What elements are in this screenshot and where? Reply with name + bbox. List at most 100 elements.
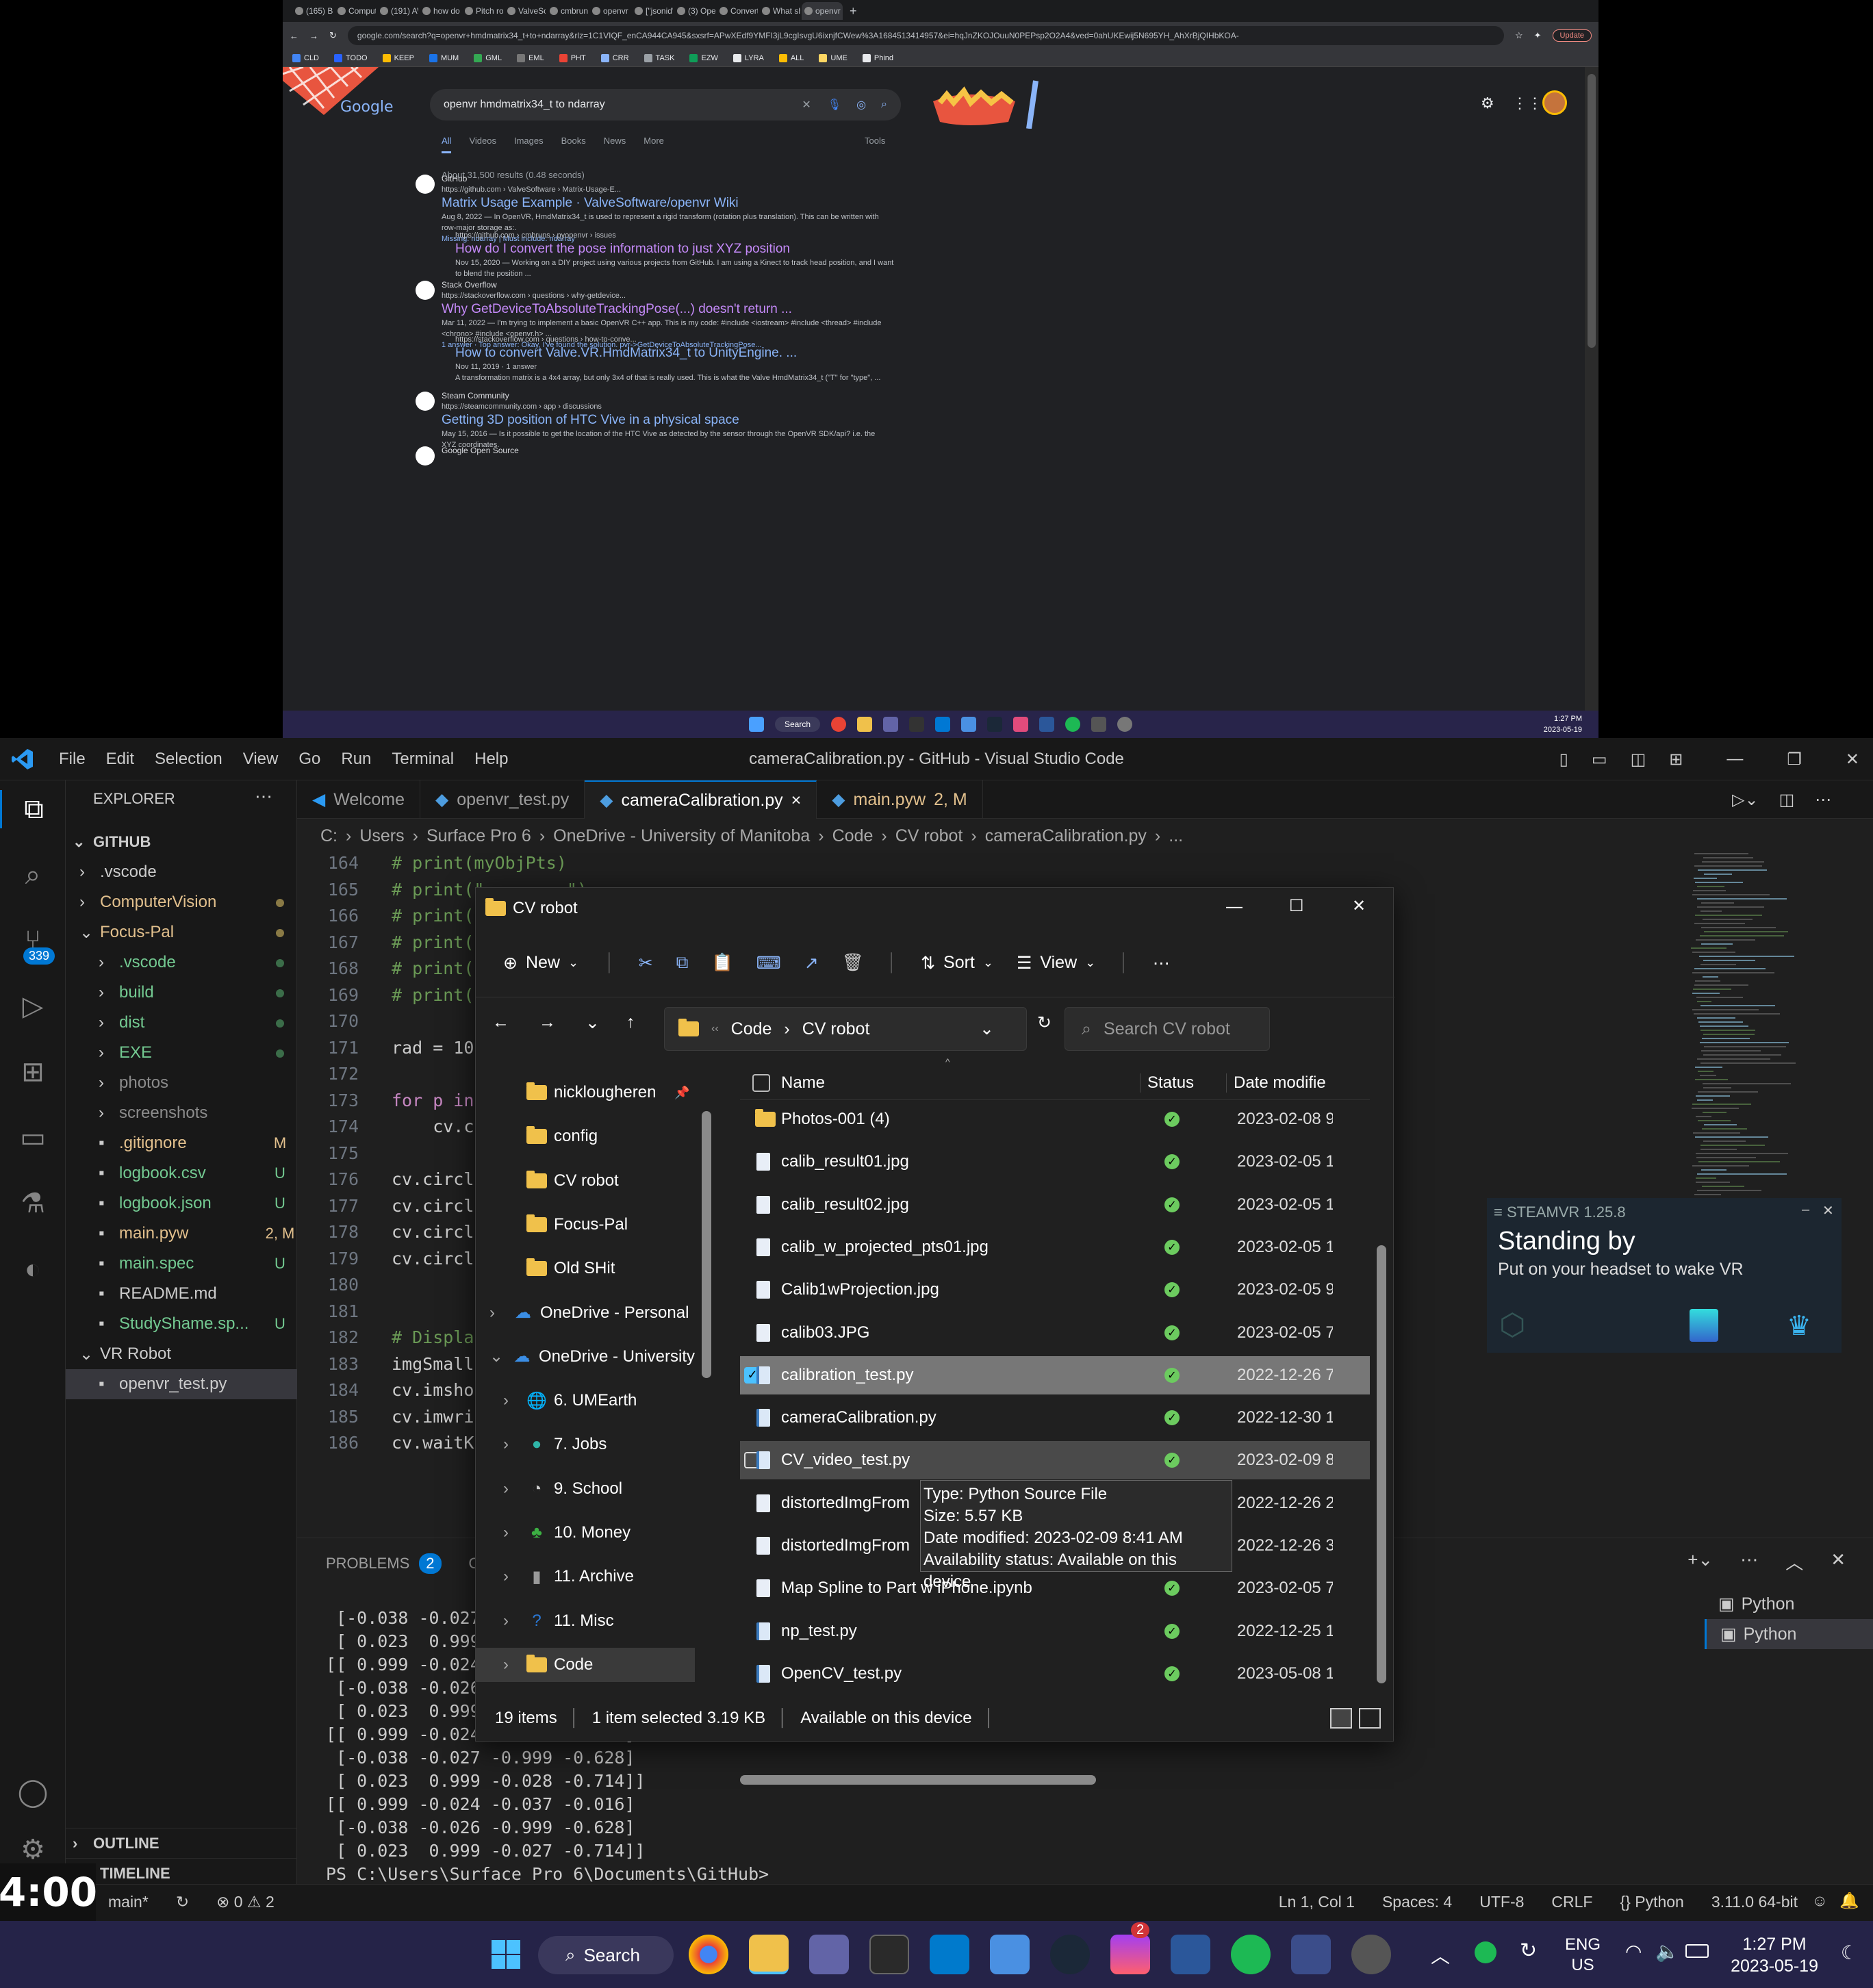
notepad-app-icon[interactable] [961, 717, 977, 732]
chevron-right-icon[interactable]: › [503, 1479, 520, 1499]
minimap[interactable] [1691, 853, 1814, 1538]
explorer-app-icon[interactable] [749, 1935, 789, 1974]
status-left-item[interactable]: ⊗ 0 ⚠ 2 [216, 1893, 275, 1911]
share-icon[interactable]: ↗ [804, 953, 819, 973]
nav-item[interactable]: › ● 7. Jobs [476, 1427, 695, 1462]
close-icon[interactable]: ✕ [1822, 1202, 1834, 1219]
feedback-icon[interactable]: ☺ [1812, 1891, 1828, 1910]
chevron-right-icon[interactable]: › [503, 1523, 520, 1542]
bookmark[interactable]: UME [819, 53, 848, 62]
start-icon[interactable] [486, 1935, 526, 1974]
chrome-tab[interactable]: (165) Build [292, 2, 333, 20]
teams-app-icon[interactable] [883, 717, 899, 732]
editor-tab[interactable]: ◆ main.pyw 2, M [817, 780, 983, 819]
explorer-app-icon[interactable] [857, 717, 873, 732]
accounts-icon[interactable]: ◯ [14, 1773, 52, 1811]
chrome-tab[interactable]: openvr hm [802, 2, 843, 20]
minimize-icon[interactable]: — [1226, 897, 1243, 917]
panel-more-icon[interactable]: ⋯ [1740, 1549, 1758, 1575]
toggle-sidebar-icon[interactable]: ▯ [1559, 750, 1568, 769]
close-panel-icon[interactable]: ✕ [1831, 1549, 1846, 1575]
bookmark[interactable]: LYRA [732, 53, 764, 62]
chevron-down-icon[interactable]: ⌄ [980, 1019, 994, 1039]
chrome-tab[interactable]: how do I c [420, 2, 461, 20]
result-cite[interactable]: https://stackoverflow.com › questions › … [442, 290, 887, 301]
maximize-icon[interactable]: ☐ [1289, 896, 1304, 916]
result-cite[interactable]: https://github.com › cmbruns › pyopenvr … [455, 230, 900, 241]
forward-icon[interactable]: → [539, 1012, 556, 1032]
view-button[interactable]: ☰ View ⌄ [1017, 953, 1095, 973]
chrome-tab[interactable]: (3) OpenV [674, 2, 715, 20]
volume-icon[interactable]: 🔈 [1655, 1940, 1679, 1963]
file-row[interactable]: OpenCV_test.py ✓ 2023-05-08 1 [740, 1655, 1370, 1693]
bookmark[interactable]: KEEP [382, 53, 414, 62]
forward-icon[interactable]: → [309, 31, 318, 41]
status-right-item[interactable]: CRLF [1551, 1893, 1592, 1911]
reload-icon[interactable]: ↻ [329, 30, 337, 41]
vscode-app-icon[interactable] [930, 1935, 969, 1974]
chrome-app-icon[interactable] [831, 717, 847, 732]
status-right-item[interactable]: Spaces: 4 [1382, 1893, 1452, 1911]
terminal-instance[interactable]: ▣ Python [1705, 1619, 1873, 1649]
menu-selection[interactable]: Selection [155, 750, 222, 769]
new-tab-icon[interactable]: + [850, 4, 857, 18]
messenger-app-icon[interactable] [1110, 1935, 1150, 1974]
account-avatar[interactable] [1542, 90, 1567, 115]
system-clock[interactable]: 1:27 PM 2023-05-19 [1731, 1933, 1818, 1977]
tree-item[interactable]: › dist [66, 1008, 297, 1038]
tree-item[interactable]: ▪ README.md [66, 1279, 297, 1309]
spotify-app-icon[interactable] [1231, 1935, 1271, 1974]
addr-segment-code[interactable]: Code [731, 1019, 772, 1039]
chevron-right-icon[interactable]: › [503, 1435, 520, 1454]
back-icon[interactable]: ← [492, 1012, 509, 1032]
chrome-tab[interactable]: Pitch rotat [462, 2, 503, 20]
status-right-item[interactable]: {} Python [1620, 1893, 1683, 1911]
bookmark[interactable]: ALL [778, 53, 804, 62]
nav-item[interactable]: ⌄ ☁ OneDrive - University [476, 1340, 695, 1374]
spotify-app-icon[interactable] [1065, 717, 1081, 732]
refresh-icon[interactable]: ↻ [1037, 1012, 1052, 1033]
tree-item[interactable]: › ComputerVision [66, 887, 297, 917]
menu-go[interactable]: Go [298, 750, 320, 769]
back-icon[interactable]: ← [290, 31, 298, 41]
tree-item[interactable]: ▪ logbook.csv U [66, 1158, 297, 1188]
extensions-icon[interactable]: ⊞ [14, 1053, 52, 1091]
close-icon[interactable]: ✕ [1846, 750, 1859, 769]
file-row[interactable]: np_test.py ✓ 2022-12-25 1 [740, 1612, 1370, 1651]
tree-item[interactable]: ▪ .gitignore M [66, 1128, 297, 1158]
chevron-right-icon[interactable]: › [489, 1303, 506, 1323]
chevron-down-icon[interactable]: ⌄ [489, 1347, 505, 1366]
run-file-icon[interactable]: ▷⌄ [1732, 790, 1759, 810]
chevron-right-icon[interactable]: › [503, 1567, 520, 1586]
tray-sync-icon[interactable]: ↻ [1520, 1939, 1537, 1963]
bookmark[interactable]: PHT [559, 53, 586, 62]
nav-item[interactable]: Old SHit [476, 1251, 695, 1286]
chrome-tab[interactable]: ValveSoftw [505, 2, 546, 20]
outline-section[interactable]: › OUTLINE [66, 1828, 297, 1858]
word-app-icon[interactable] [1171, 1935, 1210, 1974]
chrome-scrollbar[interactable] [1585, 67, 1598, 711]
nav-item[interactable]: CV robot [476, 1164, 695, 1198]
teams-app-icon[interactable] [809, 1935, 849, 1974]
rename-icon[interactable]: ⌨ [756, 953, 781, 973]
file-row[interactable]: Calib1wProjection.jpg ✓ 2023-02-05 9 [740, 1271, 1370, 1309]
file-row[interactable]: calib_result01.jpg ✓ 2023-02-05 1 [740, 1143, 1370, 1181]
column-name[interactable]: Name [781, 1073, 825, 1093]
menu-edit[interactable]: Edit [106, 750, 134, 769]
tree-item[interactable]: ⌄ VR Robot [66, 1339, 297, 1369]
menu-help[interactable]: Help [474, 750, 508, 769]
nav-item[interactable]: › ◔ 9. School [476, 1472, 695, 1506]
file-row[interactable]: calib03.JPG ✓ 2023-02-05 7 [740, 1314, 1370, 1352]
nav-item[interactable]: › 🌐 6. UMEarth [476, 1384, 695, 1418]
chrome-tab[interactable]: cmbruns/p [547, 2, 588, 20]
close-icon[interactable]: ✕ [1352, 896, 1366, 916]
split-editor-icon[interactable]: ◫ [1779, 790, 1795, 810]
workspace-root[interactable]: ⌄ GITHUB [66, 827, 297, 857]
restore-icon[interactable]: ❐ [1787, 750, 1802, 769]
tiles-view-icon[interactable] [1359, 1708, 1381, 1729]
maximize-panel-icon[interactable]: ︿ [1785, 1549, 1803, 1575]
terminal-app-icon[interactable] [909, 717, 925, 732]
select-all-checkbox[interactable] [752, 1073, 770, 1092]
start-icon[interactable] [748, 717, 764, 732]
bookmark[interactable]: Phind [862, 53, 893, 62]
